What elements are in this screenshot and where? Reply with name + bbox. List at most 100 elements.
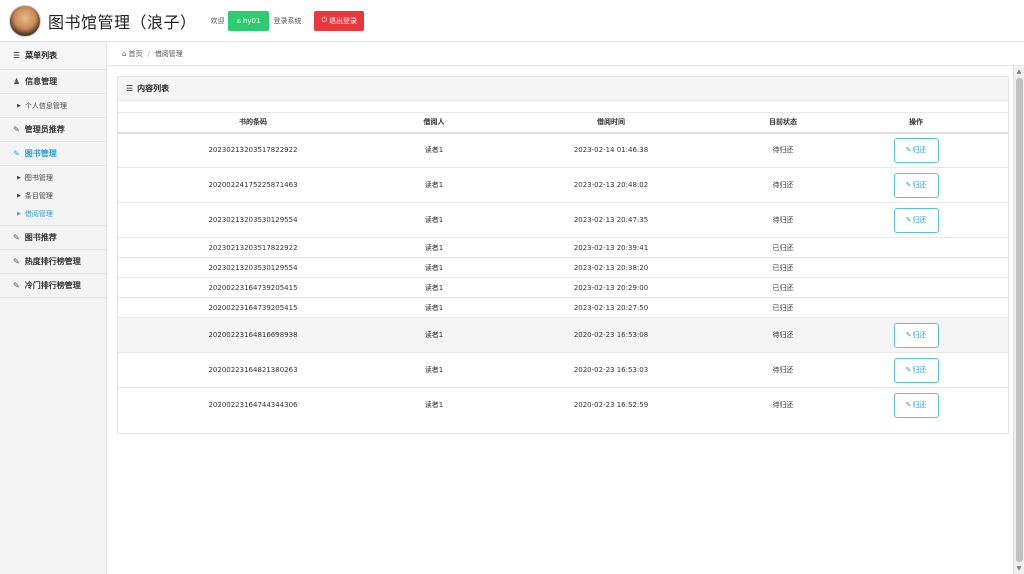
sidebar-item-info-management[interactable]: ♟ 信息管理: [0, 70, 106, 94]
sidebar-sub-borrow-management[interactable]: ▶ 借阅管理: [0, 205, 106, 223]
table-row: 20230213203530129554 读者1 2023-02-13 20:38:…: [118, 257, 1008, 278]
scrollbar-thumb[interactable]: [1016, 78, 1023, 562]
barcode-cell: 20230213203530129554: [118, 202, 388, 238]
edit-icon: ✎: [905, 331, 912, 339]
return-label: 归还: [912, 331, 927, 339]
sidebar-sub-personal-info[interactable]: ▶ 个人信息管理: [0, 97, 106, 115]
table-row: 20200223164739205415 读者1 2023-02-13 20:29:…: [118, 277, 1008, 298]
return-button[interactable]: ✎ 归还: [893, 207, 939, 233]
action-cell: [824, 297, 1008, 318]
return-button[interactable]: ✎ 归还: [893, 357, 939, 383]
status-cell: 待归还: [742, 352, 824, 388]
barcode-cell: 20200223164821380263: [118, 352, 388, 388]
sidebar-item-book-management[interactable]: ✎ 图书管理: [0, 142, 106, 166]
borrow-time-cell: 2020-02-23 16:53:08: [480, 317, 742, 353]
borrower-cell: 读者1: [388, 297, 480, 318]
barcode-cell: 20200223164816698938: [118, 317, 388, 353]
table-row: 20200223164739205415 读者1 2023-02-13 20:27:…: [118, 297, 1008, 318]
username-label: hy01: [242, 16, 261, 25]
return-label: 归还: [912, 216, 927, 224]
avatar: [9, 4, 41, 37]
action-cell: [824, 237, 1008, 258]
borrower-cell: 读者1: [388, 352, 480, 388]
table-row: 20200223164821380263 读者1 2020-02-23 16:53:…: [118, 352, 1008, 388]
status-cell: 待归还: [742, 387, 824, 423]
barcode-cell: 20230213203530129554: [118, 257, 388, 278]
col-borrow-time: 借阅时间: [480, 112, 742, 134]
return-label: 归还: [912, 181, 927, 189]
status-cell: 已归还: [742, 237, 824, 258]
borrower-cell: 读者1: [388, 387, 480, 423]
borrower-cell: 读者1: [388, 257, 480, 278]
edit-icon: ✎: [13, 257, 20, 266]
table-header-row: 书的条码 借阅人 借阅时间 目前状态 操作: [118, 112, 1008, 134]
action-cell: ✎ 归还: [824, 167, 1008, 203]
content-panel: ☰ 内容列表 书的条码 借阅人 借阅时间 目前状态 操作 20230213203…: [117, 76, 1009, 434]
status-cell: 待归还: [742, 132, 824, 168]
borrow-time-cell: 2020-02-23 16:52:59: [480, 387, 742, 423]
edit-icon: ✎: [905, 216, 912, 224]
action-cell: [824, 257, 1008, 278]
col-borrower: 借阅人: [388, 112, 480, 134]
status-cell: 待归还: [742, 167, 824, 203]
power-icon: ⏻: [321, 16, 328, 24]
sidebar-item-admin-recommend[interactable]: ✎ 管理员推荐: [0, 118, 106, 142]
return-button[interactable]: ✎ 归还: [893, 172, 939, 198]
panel-title: ☰ 内容列表: [118, 77, 1008, 101]
user-icon: ♟: [13, 77, 21, 86]
sidebar-item-cold-ranking[interactable]: ✎ 冷门排行榜管理: [0, 274, 106, 298]
breadcrumb: ⌂ 首页 / 借阅管理: [107, 42, 1024, 66]
borrow-time-cell: 2023-02-13 20:38:20: [480, 257, 742, 278]
welcome-text: 欢迎: [210, 16, 225, 25]
borrow-time-cell: 2023-02-13 20:39:41: [480, 237, 742, 258]
breadcrumb-current: 借阅管理: [154, 49, 183, 58]
username-button[interactable]: ⌂ hy01: [227, 10, 270, 31]
action-cell: ✎ 归还: [824, 317, 1008, 353]
table-row: 20230213203517822922 读者1 2023-02-14 01:46:…: [118, 132, 1008, 168]
edit-icon: ✎: [13, 233, 20, 242]
barcode-cell: 20230213203517822922: [118, 132, 388, 168]
borrow-table: 书的条码 借阅人 借阅时间 目前状态 操作 202302132035178229…: [118, 112, 1008, 423]
logout-label: 退出登录: [329, 16, 358, 25]
login-system-text: 登录系统: [273, 16, 302, 25]
scroll-down-icon[interactable]: ▼: [1014, 563, 1024, 574]
sidebar-sub-entry-management[interactable]: ▶ 条目管理: [0, 187, 106, 205]
barcode-cell: 20200223164744344306: [118, 387, 388, 423]
borrow-time-cell: 2023-02-13 20:48:02: [480, 167, 742, 203]
sidebar-title: ☰ 菜单列表: [0, 42, 106, 70]
breadcrumb-separator: /: [147, 49, 150, 58]
borrow-time-cell: 2023-02-13 20:29:00: [480, 277, 742, 298]
breadcrumb-home[interactable]: 首页: [128, 49, 142, 59]
col-status: 目前状态: [742, 112, 824, 134]
borrower-cell: 读者1: [388, 167, 480, 203]
barcode-cell: 20200223164739205415: [118, 297, 388, 318]
logout-button[interactable]: ⏻ 退出登录: [314, 10, 365, 31]
sidebar-item-hot-ranking[interactable]: ✎ 热度排行榜管理: [0, 250, 106, 274]
barcode-cell: 20200223164739205415: [118, 277, 388, 298]
vertical-scrollbar[interactable]: ▲ ▼: [1013, 66, 1024, 574]
home-icon: ⌂: [122, 49, 127, 58]
scroll-up-icon[interactable]: ▲: [1014, 66, 1024, 77]
edit-icon: ✎: [905, 146, 912, 155]
status-cell: 待归还: [742, 317, 824, 353]
borrower-cell: 读者1: [388, 202, 480, 238]
edit-icon: ✎: [905, 401, 912, 410]
return-label: 归还: [912, 366, 927, 374]
borrower-cell: 读者1: [388, 237, 480, 258]
table-row: 20230213203517822922 读者1 2023-02-13 20:39:…: [118, 237, 1008, 258]
caret-right-icon: ▶: [17, 103, 21, 109]
col-action: 操作: [824, 112, 1008, 134]
sidebar-sub-book-management[interactable]: ▶ 图书管理: [0, 169, 106, 187]
status-cell: 已归还: [742, 257, 824, 278]
borrower-cell: 读者1: [388, 317, 480, 353]
sidebar-item-book-recommend[interactable]: ✎ 图书推荐: [0, 226, 106, 250]
return-button[interactable]: ✎ 归还: [893, 137, 939, 163]
table-row: 20200224175225871463 读者1 2023-02-13 20:48:…: [118, 167, 1008, 203]
edit-icon: ✎: [13, 125, 20, 134]
edit-icon: ✎: [905, 366, 912, 374]
return-button[interactable]: ✎ 归还: [893, 322, 939, 348]
action-cell: ✎ 归还: [824, 352, 1008, 388]
return-button[interactable]: ✎ 归还: [893, 392, 939, 418]
edit-icon: ✎: [905, 181, 912, 189]
status-cell: 已归还: [742, 277, 824, 298]
